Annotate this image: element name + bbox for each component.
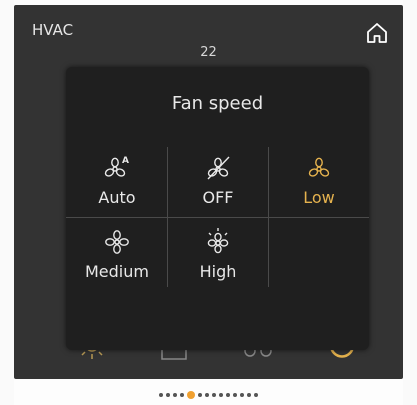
page-indicator [0, 384, 417, 399]
fan-option-auto[interactable]: A Auto [67, 153, 167, 223]
page-dot[interactable] [219, 392, 223, 397]
fan-option-label: Low [303, 188, 335, 207]
fan-option-label: Medium [85, 262, 149, 281]
page-dot[interactable] [173, 392, 177, 397]
device-frame-right [403, 0, 417, 405]
page-dot[interactable] [233, 392, 237, 397]
home-icon[interactable] [365, 21, 389, 45]
page-dot[interactable] [198, 392, 202, 397]
fan-speed-title: Fan speed [171, 93, 264, 114]
device-frame-left [0, 0, 14, 405]
page-title: HVAC [32, 21, 74, 39]
hvac-screen: HVAC 22 Fan speed A Auto OFF Low Medium … [14, 5, 403, 379]
page-dot[interactable] [159, 392, 163, 397]
fan-option-label: OFF [202, 188, 234, 207]
page-dot[interactable] [212, 392, 216, 397]
fan-low-icon [308, 157, 330, 177]
fan-option-low[interactable]: Low [269, 153, 369, 223]
fan-speed-panel: Fan speed A Auto OFF Low Medium High [66, 67, 369, 350]
page-dot[interactable] [247, 392, 251, 397]
page-dot[interactable] [240, 392, 244, 397]
fan-option-medium[interactable]: Medium [67, 227, 167, 297]
fan-option-high[interactable]: High [168, 227, 268, 297]
fan-option-label: High [199, 262, 237, 281]
page-dot[interactable] [166, 392, 170, 397]
fan-option-off[interactable]: OFF [168, 153, 268, 223]
page-dot[interactable] [254, 392, 258, 397]
fan-auto-icon: A [104, 156, 129, 177]
svg-text:A: A [122, 156, 129, 166]
fan-off-icon [207, 156, 230, 180]
page-dot[interactable] [205, 392, 209, 397]
fan-option-label: Auto [98, 188, 136, 207]
page-dot[interactable] [226, 392, 230, 397]
fan-medium-icon [105, 230, 129, 254]
page-dot[interactable] [180, 392, 184, 397]
setpoint-value: 22 [200, 45, 217, 60]
page-dot-active[interactable] [187, 390, 195, 399]
fan-high-icon [207, 228, 229, 254]
